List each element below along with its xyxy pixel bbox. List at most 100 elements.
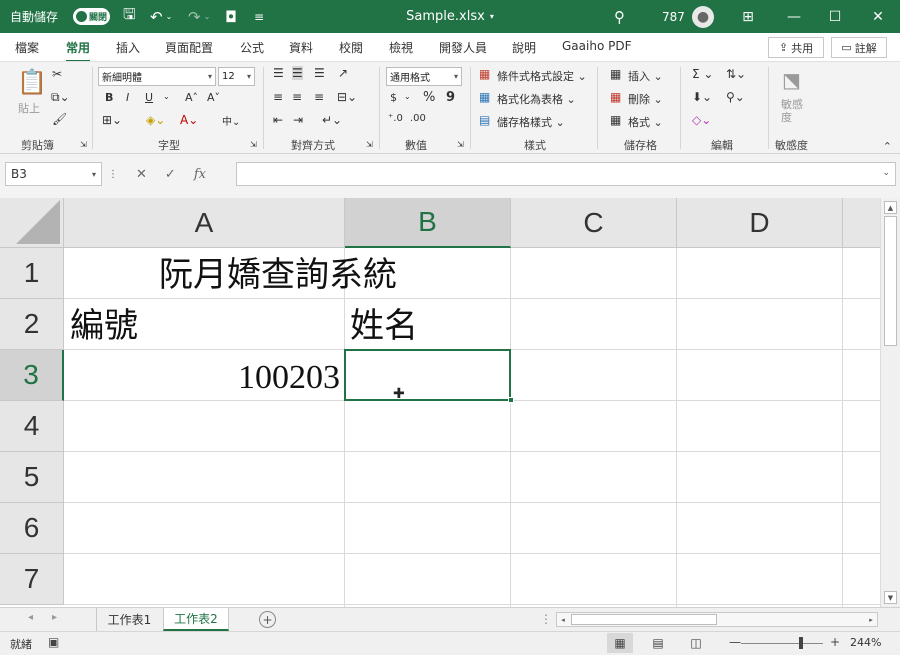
vertical-scroll-thumb[interactable]	[884, 216, 897, 346]
scroll-left-icon[interactable]: ◂	[557, 613, 569, 626]
cell-a1[interactable]: 阮月嬌查詢系統	[159, 250, 397, 301]
customize-qat-icon[interactable]: ≡	[254, 0, 264, 33]
tab-home[interactable]: 常用	[66, 39, 91, 62]
sensitivity-icon[interactable]: ⬔	[782, 68, 801, 92]
tab-formulas[interactable]: 公式	[240, 39, 264, 56]
account-avatar[interactable]: ●	[692, 0, 714, 33]
tab-gaaiho-pdf[interactable]: Gaaiho PDF	[562, 39, 631, 53]
formula-input[interactable]: ⌄	[236, 162, 896, 186]
increase-indent-icon[interactable]: ⇥	[293, 113, 303, 127]
dialog-launcher-icon[interactable]: ⇲	[250, 140, 257, 149]
sheet-tab-2[interactable]: 工作表2	[163, 608, 229, 631]
horizontal-scrollbar[interactable]: ◂ ▸	[556, 612, 878, 627]
dialog-launcher-icon[interactable]: ⇲	[366, 140, 373, 149]
cancel-icon[interactable]: ✕	[136, 167, 147, 182]
page-break-view-icon[interactable]: ◫	[683, 633, 709, 653]
delete-cells-icon[interactable]: ▦	[610, 90, 621, 104]
row-header-7[interactable]: 7	[0, 554, 64, 605]
search-icon[interactable]: ⚲	[614, 0, 625, 33]
row-header-6[interactable]: 6	[0, 503, 64, 554]
align-right-icon[interactable]: ≡	[314, 90, 324, 104]
delete-cells-button[interactable]: 刪除 ⌄	[628, 91, 663, 107]
horizontal-scroll-thumb[interactable]	[571, 614, 717, 625]
window-title[interactable]: Sample.xlsx ▾	[380, 0, 520, 33]
sort-filter-icon[interactable]: ⇅⌄	[726, 67, 746, 81]
row-header-2[interactable]: 2	[0, 299, 64, 350]
orientation-icon[interactable]: ↗	[338, 66, 348, 80]
cell-b3-selected[interactable]	[344, 349, 511, 401]
sheet-tab-1[interactable]: 工作表1	[96, 608, 162, 631]
tab-data[interactable]: 資料	[289, 39, 313, 56]
paste-icon[interactable]: 📋	[17, 68, 47, 96]
decrease-indent-icon[interactable]: ⇤	[273, 113, 283, 127]
select-all-button[interactable]	[0, 198, 64, 248]
format-cells-icon[interactable]: ▦	[610, 113, 621, 127]
row-header-3[interactable]: 3	[0, 350, 64, 401]
zoom-out-button[interactable]: —	[729, 635, 741, 649]
column-header-b[interactable]: B	[345, 198, 511, 248]
find-select-icon[interactable]: ⚲⌄	[726, 90, 745, 104]
merge-center-icon[interactable]: ⊟⌄	[337, 90, 357, 104]
zoom-in-button[interactable]: +	[830, 635, 840, 649]
page-layout-view-icon[interactable]: ▤	[645, 633, 671, 653]
row-header-4[interactable]: 4	[0, 401, 64, 452]
collapse-ribbon-icon[interactable]: ⌃	[883, 140, 892, 153]
tab-review[interactable]: 校閱	[339, 39, 363, 56]
format-painter-icon[interactable]: 🖌	[52, 112, 67, 126]
fill-icon[interactable]: ⬇⌄	[692, 90, 712, 104]
align-bottom-icon[interactable]: ☰	[314, 66, 325, 80]
align-top-icon[interactable]: ☰	[273, 66, 284, 80]
underline-button[interactable]: U	[145, 91, 153, 104]
tab-view[interactable]: 檢視	[389, 39, 413, 56]
currency-button[interactable]: $	[390, 91, 397, 104]
comma-button[interactable]: 9	[446, 90, 455, 105]
zoom-level[interactable]: 244%	[850, 636, 881, 649]
insert-cells-icon[interactable]: ▦	[610, 67, 621, 81]
name-box[interactable]: B3 ▾	[5, 162, 102, 186]
redo-icon[interactable]: ↷ ⌄	[188, 0, 210, 33]
row-header-1[interactable]: 1	[0, 248, 64, 299]
zoom-slider[interactable]	[741, 643, 823, 644]
format-cells-button[interactable]: 格式 ⌄	[628, 114, 663, 130]
undo-icon[interactable]: ↶ ⌄	[150, 0, 172, 33]
conditional-format-button[interactable]: 條件式格式設定 ⌄	[497, 68, 587, 84]
camera-icon[interactable]: ◘	[225, 0, 237, 33]
cell-styles-button[interactable]: 儲存格樣式 ⌄	[497, 114, 565, 130]
column-header-d[interactable]: D	[677, 198, 843, 248]
maximize-button[interactable]: ☐	[817, 0, 853, 33]
percent-button[interactable]: %	[423, 90, 435, 105]
prev-sheet-icon[interactable]: ◂	[28, 612, 33, 623]
enter-icon[interactable]: ✓	[165, 167, 176, 182]
phonetic-icon[interactable]: 中⌄	[222, 113, 240, 128]
scroll-right-icon[interactable]: ▸	[865, 613, 877, 626]
zoom-slider-thumb[interactable]	[799, 637, 803, 649]
dialog-launcher-icon[interactable]: ⇲	[457, 140, 464, 149]
autosave-toggle[interactable]: 關閉	[73, 0, 110, 33]
chevron-down-icon[interactable]: ⌄	[163, 92, 170, 101]
align-left-icon[interactable]: ≡	[273, 90, 283, 104]
tab-help[interactable]: 說明	[512, 39, 536, 56]
minimize-button[interactable]: —	[776, 0, 812, 33]
tab-page-layout[interactable]: 頁面配置	[165, 39, 213, 56]
increase-decimal-icon[interactable]: ⁺.0	[388, 113, 403, 124]
paste-label[interactable]: 貼上	[18, 100, 40, 116]
comments-button[interactable]: ▭ 註解	[831, 37, 887, 58]
fill-color-icon[interactable]: ◈⌄	[146, 113, 165, 127]
cell-a2[interactable]: 編號	[70, 301, 138, 352]
normal-view-icon[interactable]: ▦	[607, 633, 633, 653]
cell-styles-icon[interactable]: ▤	[479, 113, 490, 127]
shrink-font-button[interactable]: A˅	[207, 91, 220, 104]
align-middle-icon[interactable]: ☰	[292, 66, 303, 80]
chevron-down-icon[interactable]: ⌄	[404, 92, 411, 101]
next-sheet-icon[interactable]: ▸	[52, 612, 57, 623]
clear-icon[interactable]: ◇⌄	[692, 113, 711, 127]
insert-cells-button[interactable]: 插入 ⌄	[628, 68, 663, 84]
row-header-5[interactable]: 5	[0, 452, 64, 503]
column-header-e[interactable]	[843, 198, 880, 248]
font-size-select[interactable]: 12 ▾	[218, 67, 255, 86]
add-sheet-icon[interactable]: +	[259, 611, 276, 628]
copy-icon[interactable]: ⧉⌄	[51, 90, 70, 105]
format-as-table-button[interactable]: 格式化為表格 ⌄	[497, 91, 576, 107]
share-button[interactable]: ⇪ 共用	[768, 37, 824, 58]
font-color-icon[interactable]: A⌄	[180, 113, 198, 127]
